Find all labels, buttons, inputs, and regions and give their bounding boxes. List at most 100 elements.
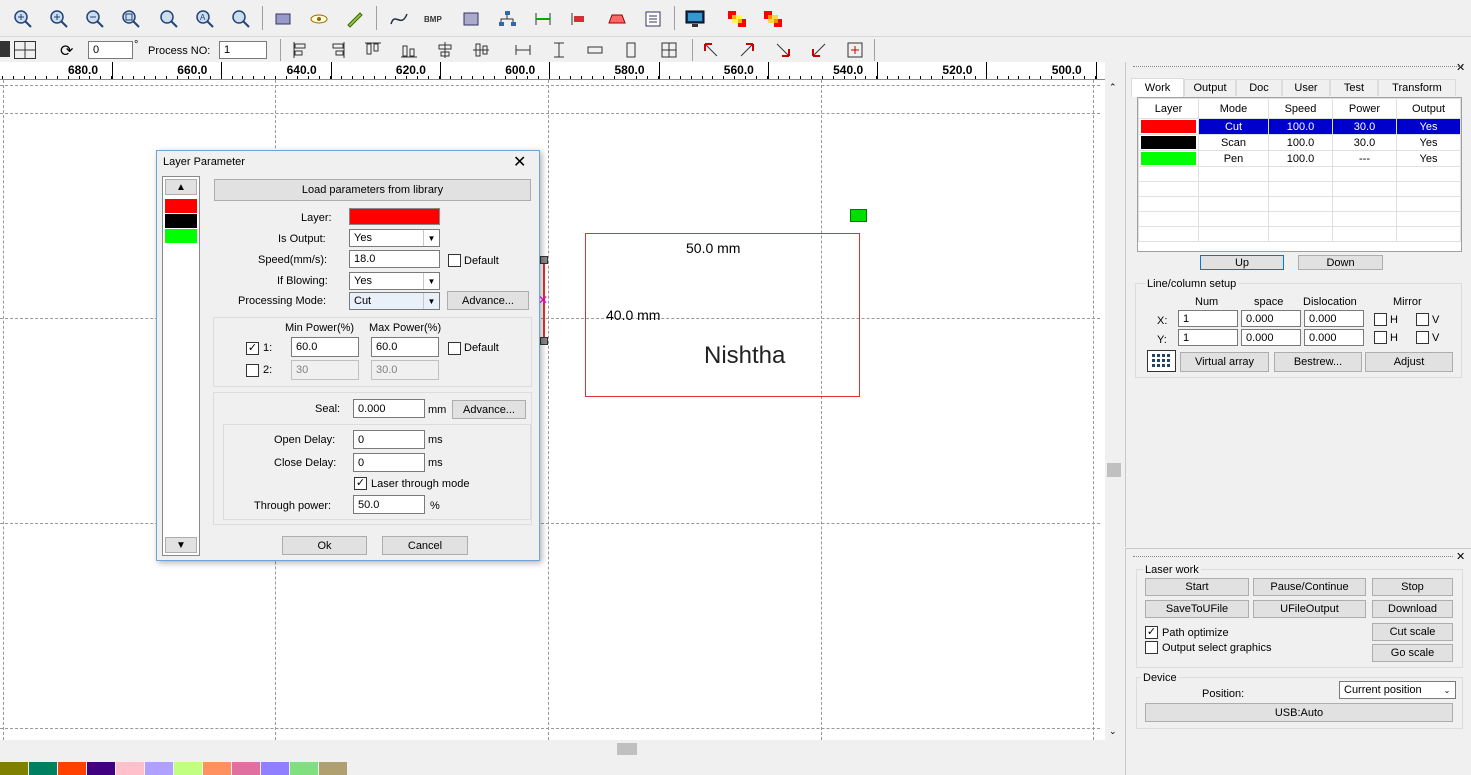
max-power-2-input[interactable]: 30.0 xyxy=(371,360,439,380)
x-num-input[interactable]: 1 xyxy=(1178,310,1238,327)
center-icon[interactable] xyxy=(846,41,864,62)
same-size-icon[interactable] xyxy=(586,41,604,62)
layer-up-icon[interactable]: ▲ xyxy=(165,179,197,195)
align-left-icon[interactable] xyxy=(292,41,310,62)
scroll-down-icon[interactable]: ⌄ xyxy=(1109,726,1117,737)
palette-color-0[interactable] xyxy=(0,762,28,775)
if-blowing-select[interactable]: Yes ▼ xyxy=(349,272,440,290)
x-dislocation-input[interactable]: 0.000 xyxy=(1304,310,1364,327)
laser-panel-close-icon[interactable]: ✕ xyxy=(1456,550,1465,563)
pause-continue-button[interactable]: Pause/Continue xyxy=(1253,578,1366,596)
seal-input[interactable]: 0.000 xyxy=(353,399,425,418)
processing-mode-select[interactable]: Cut ▼ xyxy=(349,292,440,310)
power-default-checkbox[interactable] xyxy=(448,342,461,355)
x-mirror-h-checkbox[interactable] xyxy=(1374,313,1387,326)
distribute-icon[interactable] xyxy=(622,41,640,62)
stop-button[interactable]: Stop xyxy=(1372,578,1453,596)
palette-color-2[interactable] xyxy=(58,762,86,775)
palette-color-11[interactable] xyxy=(319,762,347,775)
y-mirror-v-checkbox[interactable] xyxy=(1416,331,1429,344)
laser-through-checkbox[interactable]: ✓ xyxy=(354,477,367,490)
layout-icon-1[interactable] xyxy=(724,6,750,32)
close-icon[interactable]: ✕ xyxy=(513,152,526,172)
tab-transform[interactable]: Transform xyxy=(1378,79,1456,96)
power-1-checkbox[interactable]: ✓ xyxy=(246,342,259,355)
is-output-select[interactable]: Yes ▼ xyxy=(349,229,440,247)
array-grid-icon[interactable] xyxy=(1147,350,1176,372)
down-button[interactable]: Down xyxy=(1298,255,1383,270)
max-power-1-input[interactable]: 60.0 xyxy=(371,337,439,357)
zoom-out-icon[interactable] xyxy=(82,6,108,32)
selection-handle-bottom[interactable] xyxy=(540,337,548,345)
dialog-layer-swatch[interactable] xyxy=(165,229,197,243)
horizontal-scrollbar[interactable] xyxy=(0,740,1105,758)
y-mirror-h-checkbox[interactable] xyxy=(1374,331,1387,344)
align-width-icon[interactable] xyxy=(530,6,556,32)
lock-icon[interactable] xyxy=(0,41,10,57)
process-no-input[interactable]: 1 xyxy=(219,41,267,59)
ok-button[interactable]: Ok xyxy=(282,536,367,555)
position-select[interactable]: Current position ⌄ xyxy=(1339,681,1456,699)
bitmap-icon[interactable]: BMP xyxy=(422,6,448,32)
min-power-2-input[interactable]: 30 xyxy=(291,360,359,380)
start-button[interactable]: Start xyxy=(1145,578,1249,596)
vertical-scrollbar[interactable]: ⌃ ⌄ xyxy=(1105,80,1123,740)
pen-tool-icon[interactable] xyxy=(342,6,368,32)
zoom-window-icon[interactable] xyxy=(10,6,36,32)
x-space-input[interactable]: 0.000 xyxy=(1241,310,1301,327)
layer-color-swatch[interactable] xyxy=(349,208,440,225)
layer-down-icon[interactable]: ▼ xyxy=(165,537,197,553)
origin-marker[interactable] xyxy=(850,209,867,222)
palette-color-7[interactable] xyxy=(203,762,231,775)
align-right-icon[interactable] xyxy=(328,41,346,62)
dialog-layer-swatch[interactable] xyxy=(165,199,197,213)
seal-advance-button[interactable]: Advance... xyxy=(452,400,526,419)
curve-icon[interactable] xyxy=(386,6,412,32)
y-num-input[interactable]: 1 xyxy=(1178,329,1238,346)
palette-color-5[interactable] xyxy=(145,762,173,775)
through-power-input[interactable]: 50.0 xyxy=(353,495,425,514)
align-bottom-icon[interactable] xyxy=(400,41,418,62)
ufile-output-button[interactable]: UFileOutput xyxy=(1253,600,1366,618)
arrow-bottom-left-icon[interactable] xyxy=(810,41,828,62)
monitor-icon[interactable] xyxy=(682,6,708,32)
bestrew-button[interactable]: Bestrew... xyxy=(1274,352,1362,372)
download-button[interactable]: Download xyxy=(1372,600,1453,618)
load-params-button[interactable]: Load parameters from library xyxy=(214,179,531,201)
same-height-icon[interactable] xyxy=(550,41,568,62)
scroll-up-icon[interactable]: ⌃ xyxy=(1109,82,1117,93)
path-optimize-checkbox[interactable]: ✓ xyxy=(1145,626,1158,639)
same-width-icon[interactable] xyxy=(514,41,532,62)
open-delay-input[interactable]: 0 xyxy=(353,430,425,449)
tab-test[interactable]: Test xyxy=(1330,79,1378,96)
eye-icon[interactable] xyxy=(306,6,332,32)
table-row[interactable]: Pen 100.0 --- Yes xyxy=(1138,150,1461,167)
selection-handle-top[interactable] xyxy=(540,256,548,264)
palette-color-4[interactable] xyxy=(116,762,144,775)
table-row[interactable]: Cut 100.0 30.0 Yes xyxy=(1138,118,1461,135)
palette-color-3[interactable] xyxy=(87,762,115,775)
hscroll-thumb[interactable] xyxy=(617,743,637,755)
center-horizontal-icon[interactable] xyxy=(436,41,454,62)
rectangle-icon[interactable] xyxy=(270,6,296,32)
table-row[interactable]: Scan 100.0 30.0 Yes xyxy=(1138,134,1461,151)
tab-user[interactable]: User xyxy=(1282,79,1330,96)
frame-icon[interactable] xyxy=(458,6,484,32)
cancel-button[interactable]: Cancel xyxy=(382,536,468,555)
arrow-bottom-right-icon[interactable] xyxy=(774,41,792,62)
rotate-icon[interactable]: ⟳ xyxy=(60,41,73,61)
tab-work[interactable]: Work xyxy=(1131,78,1184,97)
mode-advance-button[interactable]: Advance... xyxy=(447,291,529,310)
palette-color-9[interactable] xyxy=(261,762,289,775)
save-to-ufile-button[interactable]: SaveToUFile xyxy=(1145,600,1249,618)
close-delay-input[interactable]: 0 xyxy=(353,453,425,472)
list-icon[interactable] xyxy=(640,6,666,32)
scroll-thumb[interactable] xyxy=(1107,463,1121,477)
zoom-select-icon[interactable] xyxy=(228,6,254,32)
zoom-all-icon[interactable]: A xyxy=(192,6,218,32)
align-top-icon[interactable] xyxy=(364,41,382,62)
palette-color-6[interactable] xyxy=(174,762,202,775)
x-mirror-v-checkbox[interactable] xyxy=(1416,313,1429,326)
speed-input[interactable]: 18.0 xyxy=(349,250,440,268)
align-icon[interactable] xyxy=(566,6,592,32)
